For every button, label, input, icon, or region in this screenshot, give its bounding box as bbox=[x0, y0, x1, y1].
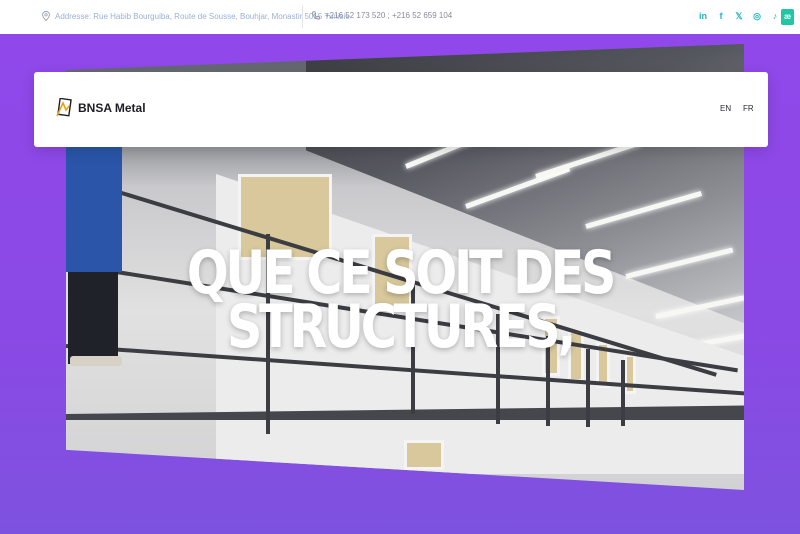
tiktok-icon[interactable]: ♪ bbox=[770, 10, 780, 22]
hero-headline: QUE CE SOIT DES STRUCTURES, bbox=[187, 243, 617, 362]
facebook-icon[interactable]: f bbox=[716, 10, 726, 22]
phone-text: +216 52 173 520 ; +216 52 659 104 bbox=[325, 11, 453, 20]
brand-name: BNSA Metal bbox=[78, 101, 146, 115]
lang-en-link[interactable]: EN bbox=[720, 104, 731, 113]
worker-figure bbox=[66, 142, 122, 272]
linkedin-icon[interactable]: in bbox=[698, 10, 708, 22]
railing-post bbox=[586, 349, 590, 427]
window bbox=[624, 354, 636, 394]
x-icon[interactable]: 𝕏 bbox=[734, 10, 744, 22]
phone-icon bbox=[312, 11, 320, 20]
window bbox=[404, 440, 444, 470]
address-block: Addresse: Rue Habib Bourguiba, Route de … bbox=[42, 11, 350, 21]
social-links: in f 𝕏 ◎ ♪ bbox=[698, 10, 780, 22]
logo-mark-icon bbox=[56, 98, 72, 117]
site-logo[interactable]: BNSA Metal bbox=[56, 98, 146, 118]
lang-fr-link[interactable]: FR bbox=[743, 104, 754, 113]
headline-line-2: STRUCTURES, bbox=[227, 292, 576, 362]
location-pin-icon bbox=[42, 11, 50, 21]
railing-post bbox=[621, 360, 625, 426]
phone-block: +216 52 173 520 ; +216 52 659 104 bbox=[312, 11, 452, 20]
worker-legs bbox=[68, 272, 118, 364]
instagram-icon[interactable]: ◎ bbox=[752, 10, 762, 22]
site-header: BNSA Metal EN FR bbox=[34, 72, 768, 147]
topbar-divider bbox=[302, 6, 303, 28]
address-text: Addresse: Rue Habib Bourguiba, Route de … bbox=[55, 11, 350, 21]
app-badge-icon[interactable]: æ bbox=[781, 9, 794, 25]
top-info-bar: Addresse: Rue Habib Bourguiba, Route de … bbox=[0, 0, 800, 34]
worker-shoes bbox=[70, 356, 122, 366]
